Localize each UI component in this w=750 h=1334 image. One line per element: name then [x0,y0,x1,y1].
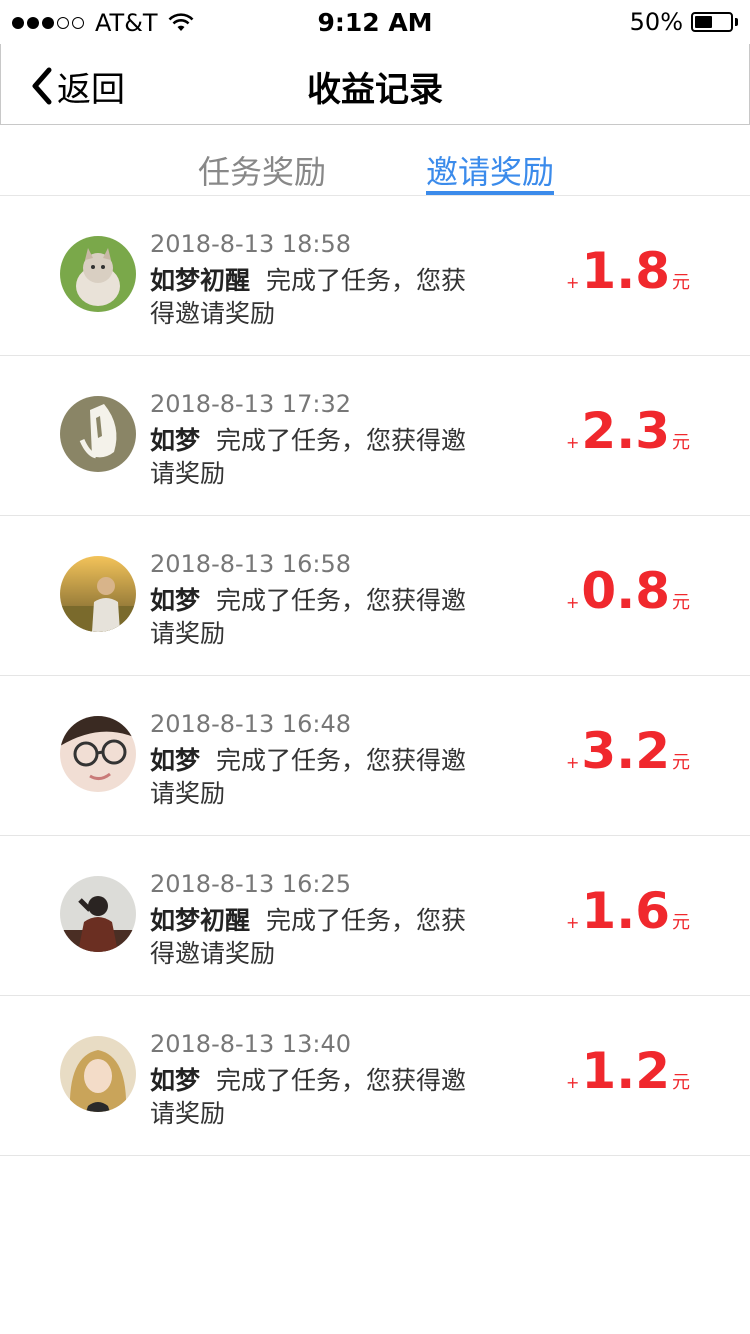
reward-amount: +2.3 元 [566,402,690,460]
amount-unit: 元 [672,752,690,773]
navigation-bar: 返回 收益记录 [0,44,750,125]
reward-amount: +1.2 元 [566,1042,690,1100]
list-item[interactable]: 2018-8-13 17:32 如梦 完成了任务，您获得邀请奖励 +2.3 元 [0,356,750,516]
user-name: 如梦初醒 [150,906,251,935]
tab-invite-reward[interactable]: 邀请奖励 [426,147,555,195]
avatar [60,556,136,632]
amount-value: 3.2 [581,722,670,780]
list-item[interactable]: 2018-8-13 16:48 如梦 完成了任务，您获得邀请奖励 +3.2 元 [0,676,750,836]
record-message: 如梦 完成了任务，您获得邀请奖励 [150,1064,490,1130]
tab-task-reward[interactable]: 任务奖励 [198,147,326,195]
amount-value: 2.3 [581,402,670,460]
avatar [60,876,136,952]
record-message: 如梦 完成了任务，您获得邀请奖励 [150,744,490,810]
amount-value: 0.8 [581,562,670,620]
reward-amount: +0.8 元 [566,562,690,620]
amount-unit: 元 [672,432,690,453]
amount-value: 1.6 [581,882,670,940]
record-time: 2018-8-13 16:48 [150,710,351,738]
record-message: 如梦初醒 完成了任务，您获得邀请奖励 [150,264,490,330]
reward-amount: +3.2 元 [566,722,690,780]
amount-unit: 元 [672,592,690,613]
user-name: 如梦 [150,746,201,775]
amount-value: 1.2 [581,1042,670,1100]
record-message: 如梦 完成了任务，您获得邀请奖励 [150,424,490,490]
list-item[interactable]: 2018-8-13 16:58 如梦 完成了任务，您获得邀请奖励 +0.8 元 [0,516,750,676]
battery-status: 50% [630,8,738,36]
avatar [60,1036,136,1112]
battery-icon [691,12,733,32]
list-item[interactable]: 2018-8-13 13:40 如梦 完成了任务，您获得邀请奖励 +1.2 元 [0,996,750,1156]
user-name: 如梦 [150,1066,201,1095]
record-time: 2018-8-13 17:32 [150,390,351,418]
page-title: 收益记录 [307,70,443,110]
amount-value: 1.8 [581,242,670,300]
status-bar: AT&T 9:12 AM 50% [0,0,750,44]
reward-amount: +1.8 元 [566,242,690,300]
avatar [60,236,136,312]
amount-unit: 元 [672,912,690,933]
amount-unit: 元 [672,272,690,293]
user-name: 如梦 [150,426,201,455]
list-item[interactable]: 2018-8-13 16:25 如梦初醒 完成了任务，您获得邀请奖励 +1.6 元 [0,836,750,996]
user-name: 如梦 [150,586,201,615]
reward-amount: +1.6 元 [566,882,690,940]
record-time: 2018-8-13 13:40 [150,1030,351,1058]
tab-bar: 任务奖励 邀请奖励 [0,125,750,196]
record-time: 2018-8-13 18:58 [150,230,351,258]
reward-list: 2018-8-13 18:58 如梦初醒 完成了任务，您获得邀请奖励 +1.8 元 … [0,196,750,1156]
avatar [60,716,136,792]
record-message: 如梦 完成了任务，您获得邀请奖励 [150,584,490,650]
user-name: 如梦初醒 [150,266,251,295]
avatar [60,396,136,472]
amount-unit: 元 [672,1072,690,1093]
record-time: 2018-8-13 16:25 [150,870,351,898]
battery-percent: 50% [629,8,683,36]
list-item[interactable]: 2018-8-13 18:58 如梦初醒 完成了任务，您获得邀请奖励 +1.8 元 [0,196,750,356]
record-message: 如梦初醒 完成了任务，您获得邀请奖励 [150,904,490,970]
record-time: 2018-8-13 16:58 [150,550,351,578]
